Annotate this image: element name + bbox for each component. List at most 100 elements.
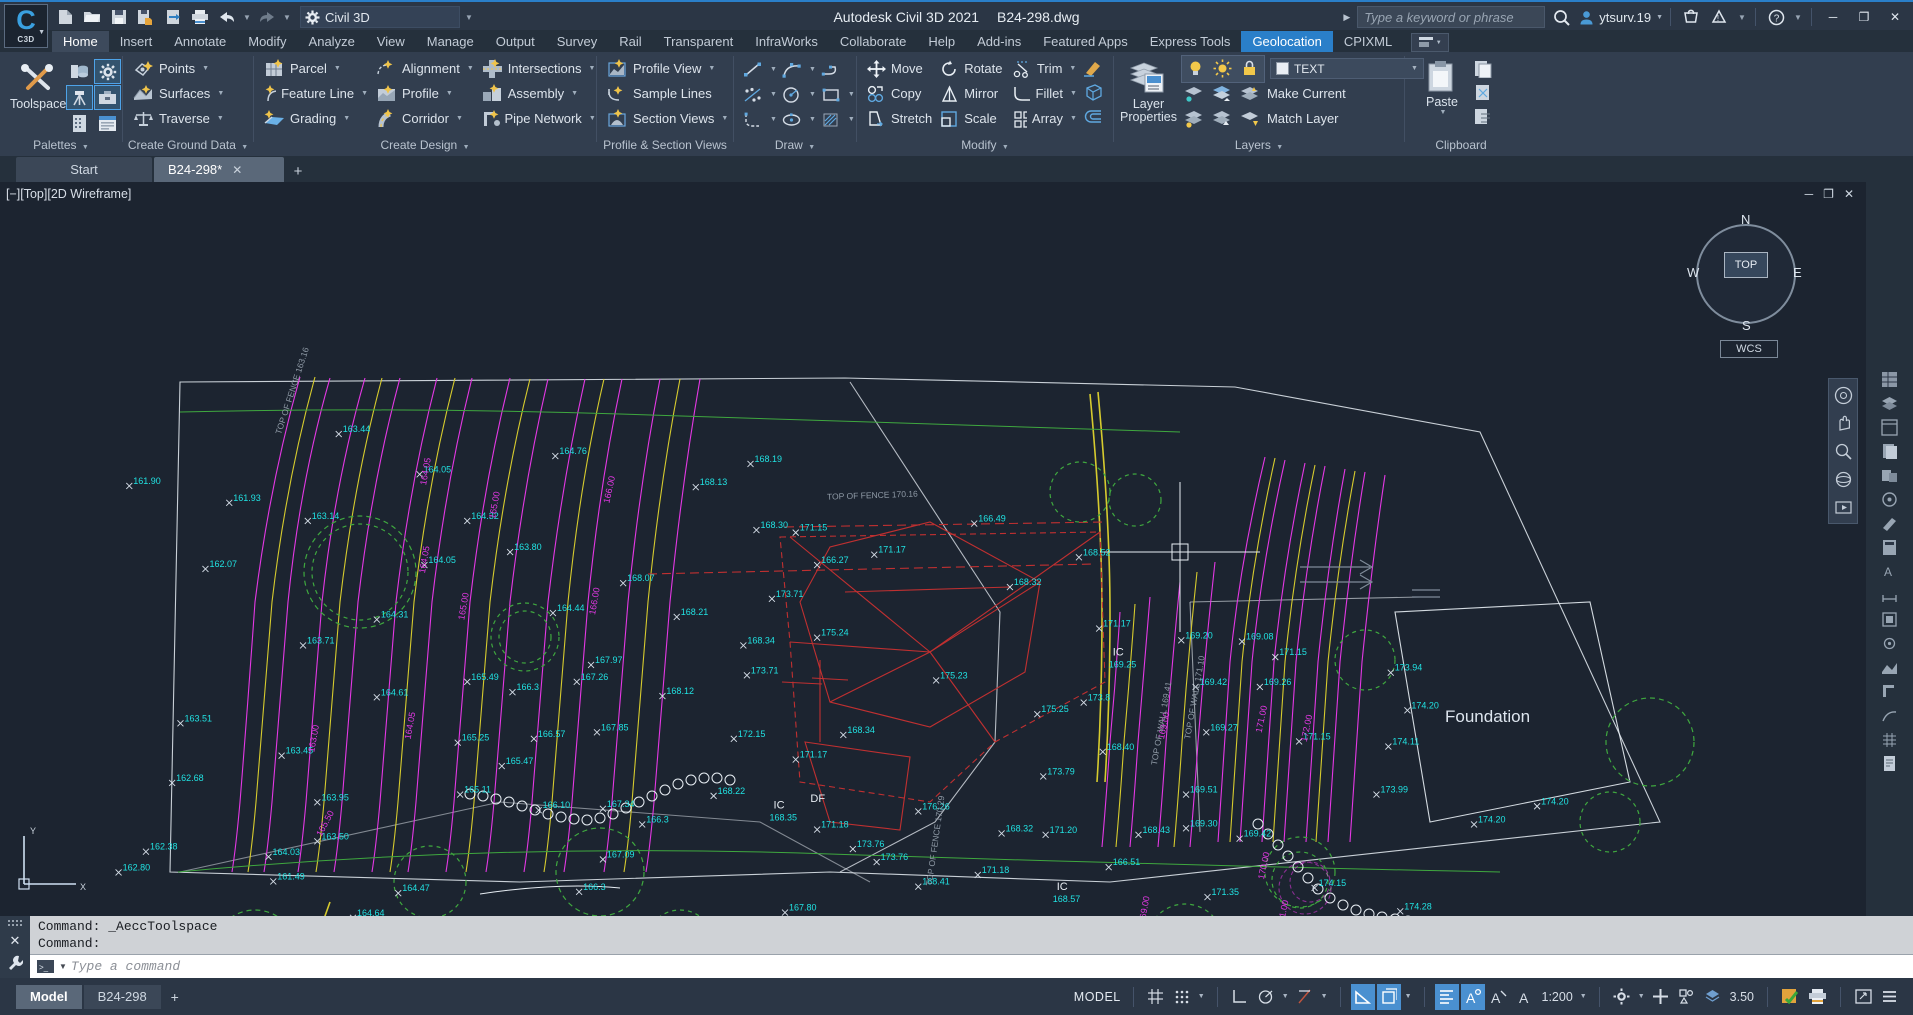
plot-status-icon[interactable] (1805, 984, 1830, 1010)
chevron-down-icon[interactable]: ▼ (59, 962, 67, 971)
dim-style-icon[interactable] (1879, 584, 1901, 606)
snap-mode-icon[interactable] (1170, 984, 1194, 1010)
block-icon[interactable] (1879, 608, 1901, 630)
match-layer-button[interactable]: Match Layer (1265, 106, 1343, 131)
markup-icon[interactable] (1879, 512, 1901, 534)
chevron-down-icon[interactable]: ▼ (848, 116, 855, 123)
showmotion-icon[interactable] (1831, 495, 1855, 519)
match-layer-icon[interactable] (1237, 107, 1263, 131)
search-icon[interactable] (1548, 4, 1574, 30)
circle-icon[interactable] (779, 83, 805, 107)
line-weight-value[interactable]: 3.50 (1727, 984, 1757, 1010)
chevron-down-icon[interactable]: ▼ (770, 66, 777, 73)
autoscale-icon[interactable]: A (1460, 983, 1485, 1010)
move-button[interactable]: Move (863, 56, 936, 81)
toolspace-button[interactable]: Toolspace (10, 56, 66, 111)
grid-display-icon[interactable] (1144, 984, 1168, 1010)
polar-tracking-icon[interactable] (1254, 984, 1278, 1010)
view-cube-south-label[interactable]: S (1742, 318, 1751, 333)
viewport-close-button[interactable]: ✕ (1844, 187, 1854, 201)
ribbon-tab-collaborate[interactable]: Collaborate (829, 31, 918, 52)
view-cube-west-label[interactable]: W (1687, 265, 1699, 280)
layer-palette-icon[interactable] (1879, 392, 1901, 414)
mirror-button[interactable]: Mirror (936, 81, 1009, 106)
annotation-scale-change-icon[interactable]: A (1487, 984, 1511, 1010)
application-menu-button[interactable]: C C3D ▼ (4, 4, 48, 48)
chevron-down-icon[interactable]: ▼ (361, 90, 368, 97)
chevron-down-icon[interactable]: ▼ (1440, 109, 1447, 116)
view-cube-top-face[interactable]: TOP (1724, 252, 1768, 278)
multiple-points-icon[interactable] (740, 83, 766, 107)
zoom-icon[interactable] (1831, 439, 1855, 463)
pan-icon[interactable] (1831, 411, 1855, 435)
properties-palette-icon[interactable] (1879, 368, 1901, 390)
grading-button[interactable]: Grading ▼ (260, 106, 372, 131)
drawing-window-icon[interactable] (94, 111, 121, 136)
chevron-down-icon[interactable]: ▼ (708, 65, 715, 72)
match-properties-icon[interactable] (1081, 56, 1107, 80)
wcs-selector[interactable]: WCS (1720, 340, 1778, 358)
surface-style-icon[interactable] (1879, 656, 1901, 678)
layout-tab-b24-298[interactable]: B24-298 (83, 984, 161, 1009)
workspace-switcher[interactable]: Civil 3D (300, 6, 460, 28)
layer-unisolate-icon[interactable] (1209, 82, 1235, 106)
customization-icon[interactable] (1877, 984, 1901, 1010)
ribbon-tab-cpixml[interactable]: CPIXML (1333, 31, 1403, 52)
rotate-button[interactable]: Rotate (936, 56, 1009, 81)
autodesk-store-icon[interactable] (1678, 4, 1704, 30)
trim-button[interactable]: Trim ▼ (1009, 56, 1081, 81)
wrench-icon[interactable] (8, 955, 23, 975)
notifications-dropdown-icon[interactable]: ▼ (1736, 5, 1748, 29)
fillet-button[interactable]: Fillet ▼ (1009, 81, 1081, 106)
chevron-down-icon[interactable]: ▼ (589, 115, 596, 122)
copy-button[interactable]: Copy (863, 81, 936, 106)
view-cube[interactable]: TOP N S E W (1687, 212, 1804, 333)
chevron-down-icon[interactable]: ▼ (334, 65, 341, 72)
chevron-down-icon[interactable]: ▼ (217, 90, 224, 97)
chevron-down-icon[interactable]: ▼ (202, 65, 209, 72)
line-icon[interactable] (740, 58, 766, 82)
redo-dropdown-icon[interactable]: ▼ (281, 5, 293, 29)
chevron-down-icon[interactable]: ▼ (571, 90, 578, 97)
chevron-down-icon[interactable]: ▼ (456, 115, 463, 122)
parcel-button[interactable]: Parcel ▼ (260, 56, 372, 81)
paste-button[interactable]: Paste ▼ (1417, 56, 1467, 116)
ribbon-tab-transparent[interactable]: Transparent (653, 31, 745, 52)
model-space-button[interactable]: MODEL (1066, 990, 1129, 1004)
chevron-down-icon[interactable]: ▼ (770, 91, 777, 98)
chevron-down-icon[interactable]: ▼ (1069, 65, 1076, 72)
lock-icon[interactable] (1237, 57, 1263, 81)
fillet-curve-icon[interactable] (740, 108, 766, 132)
panorama-icon[interactable] (66, 59, 93, 84)
export-icon[interactable] (160, 4, 186, 30)
chevron-down-icon[interactable]: ▼ (809, 91, 816, 98)
viewport-minimize-button[interactable]: ─ (1805, 187, 1814, 201)
qat-customize-icon[interactable]: ▼ (461, 6, 477, 28)
viewport[interactable]: [−][Top][2D Wireframe] ─ ❐ ✕ .mag{stroke… (0, 182, 1866, 916)
sample-lines-button[interactable]: Sample Lines (603, 81, 732, 106)
ribbon-tab-analyze[interactable]: Analyze (298, 31, 366, 52)
ribbon-tab-home[interactable]: Home (52, 31, 109, 52)
chevron-down-icon[interactable]: ▼ (588, 65, 595, 72)
annotation-scale-value[interactable]: 1:200 (1539, 984, 1576, 1010)
layout-tab-model[interactable]: Model (16, 984, 82, 1009)
close-icon[interactable]: ✕ (232, 163, 242, 177)
chevron-down-icon[interactable]: ▼ (770, 116, 777, 123)
chevron-down-icon[interactable]: ▼ (809, 66, 816, 73)
chevron-down-icon[interactable]: ▼ (1070, 115, 1077, 122)
chevron-down-icon[interactable]: ▼ (1578, 993, 1589, 1000)
view-cube-east-label[interactable]: E (1793, 265, 1802, 280)
minimize-button[interactable]: ─ (1819, 5, 1847, 29)
lightbulb-on-icon[interactable] (1183, 57, 1209, 81)
orbit-icon[interactable] (1831, 467, 1855, 491)
chevron-down-icon[interactable]: ▼ (848, 91, 855, 98)
save-icon[interactable] (106, 4, 132, 30)
annotation-scale-sync-icon[interactable]: A (1513, 984, 1537, 1010)
new-document-tab-button[interactable]: + (286, 160, 310, 182)
add-layout-button[interactable]: + (163, 986, 187, 1008)
ribbon-tab-rail[interactable]: Rail (608, 31, 652, 52)
survey-tripod-icon[interactable] (66, 85, 94, 110)
layer-isolate-icon[interactable] (1181, 82, 1207, 106)
pipe-style-icon[interactable] (1879, 680, 1901, 702)
file-tab-b24-298[interactable]: B24-298* ✕ (154, 157, 284, 182)
